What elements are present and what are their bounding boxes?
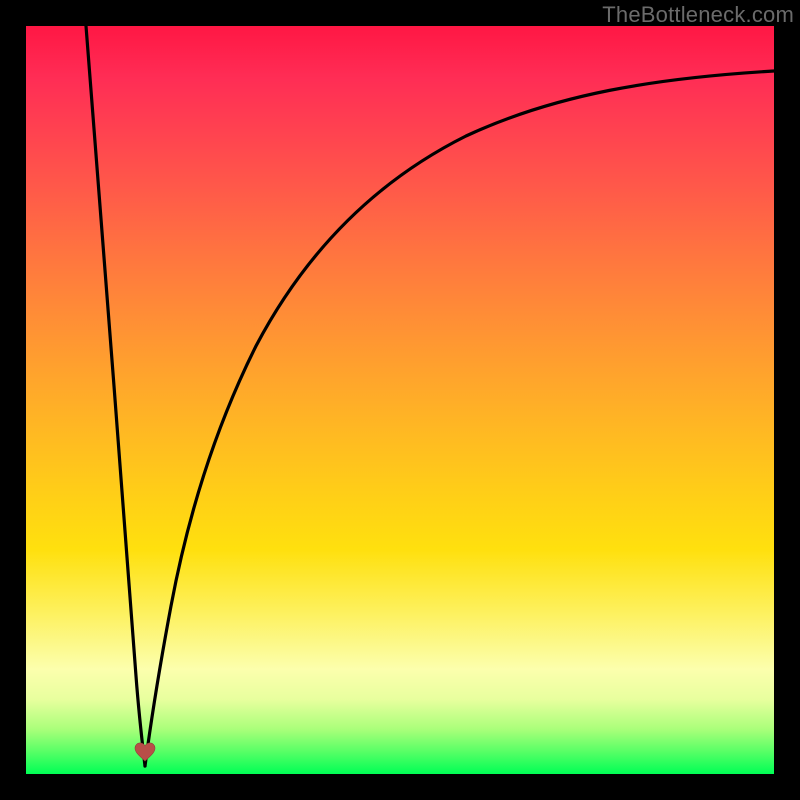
chart-curve [26,26,774,774]
heart-icon [134,742,156,762]
watermark-text: TheBottleneck.com [602,2,794,28]
curve-right-branch [145,71,774,766]
chart-frame [26,26,774,774]
curve-left-branch [86,26,145,766]
